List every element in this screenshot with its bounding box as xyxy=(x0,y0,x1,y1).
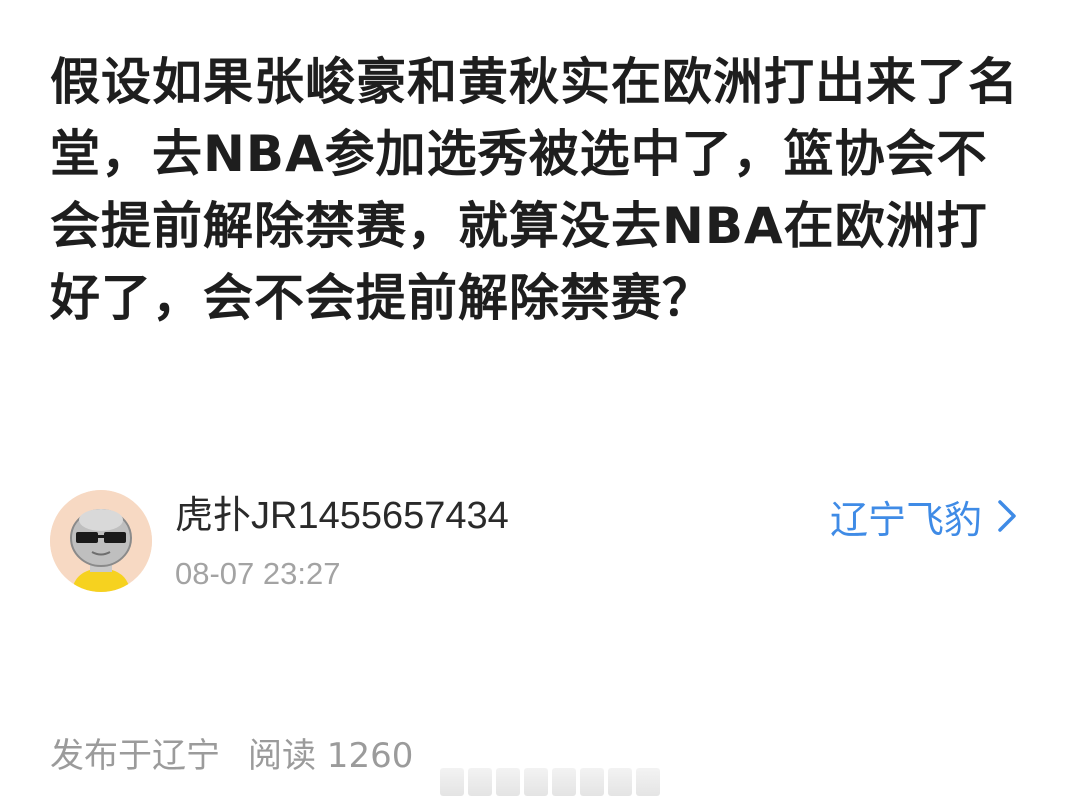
post-location: 发布于辽宁 xyxy=(50,736,220,776)
team-link[interactable]: 辽宁飞豹 xyxy=(830,492,1022,542)
post-meta: 发布于辽宁 阅读 1260 xyxy=(50,734,413,778)
post-title: 假设如果张峻豪和黄秋实在欧洲打出来了名堂，去NBA参加选秀被选中了，篮协会不会提… xyxy=(50,53,1019,327)
author-avatar[interactable] xyxy=(50,490,152,592)
team-label: 辽宁飞豹 xyxy=(829,497,982,542)
avatar-illustration-icon xyxy=(50,490,152,592)
author-row: 虎扑JR1455657434 08-07 23:27 辽宁飞豹 xyxy=(50,490,1030,594)
chevron-right-icon xyxy=(998,500,1016,532)
post-page: 假设如果张峻豪和黄秋实在欧洲打出来了名堂，去NBA参加选秀被选中了，篮协会不会提… xyxy=(0,0,1080,810)
author-name[interactable]: 虎扑JR1455657434 xyxy=(175,492,509,540)
read-count: 阅读 1260 xyxy=(248,736,414,776)
post-time: 08-07 23:27 xyxy=(175,556,341,591)
watermark-blur xyxy=(440,768,660,796)
